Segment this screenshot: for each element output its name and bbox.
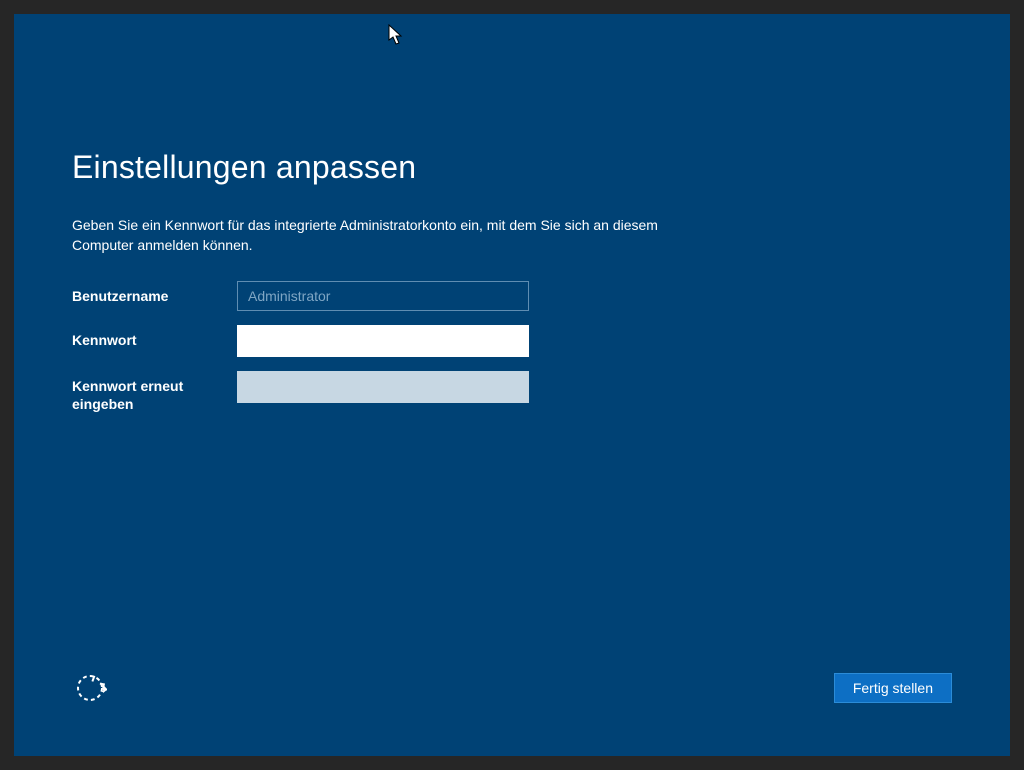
footer-bar: Fertig stellen xyxy=(72,670,952,706)
window-frame: Einstellungen anpassen Geben Sie ein Ken… xyxy=(0,0,1024,770)
mouse-cursor-icon xyxy=(388,24,404,46)
label-password: Kennwort xyxy=(72,325,237,349)
row-username: Benutzername xyxy=(72,281,952,311)
password-confirm-field[interactable] xyxy=(237,371,529,403)
label-username: Benutzername xyxy=(72,281,237,305)
finish-button[interactable]: Fertig stellen xyxy=(834,673,952,703)
ease-of-access-icon xyxy=(73,671,107,705)
username-field xyxy=(237,281,529,311)
ease-of-access-button[interactable] xyxy=(72,670,108,706)
page-title: Einstellungen anpassen xyxy=(72,149,952,186)
setup-screen: Einstellungen anpassen Geben Sie ein Ken… xyxy=(14,14,1010,756)
label-password-confirm: Kennwort erneut eingeben xyxy=(72,371,237,413)
password-field[interactable] xyxy=(237,325,529,357)
row-password-confirm: Kennwort erneut eingeben xyxy=(72,371,952,413)
content-area: Einstellungen anpassen Geben Sie ein Ken… xyxy=(72,149,952,428)
page-description: Geben Sie ein Kennwort für das integrier… xyxy=(72,216,692,255)
row-password: Kennwort xyxy=(72,325,952,357)
